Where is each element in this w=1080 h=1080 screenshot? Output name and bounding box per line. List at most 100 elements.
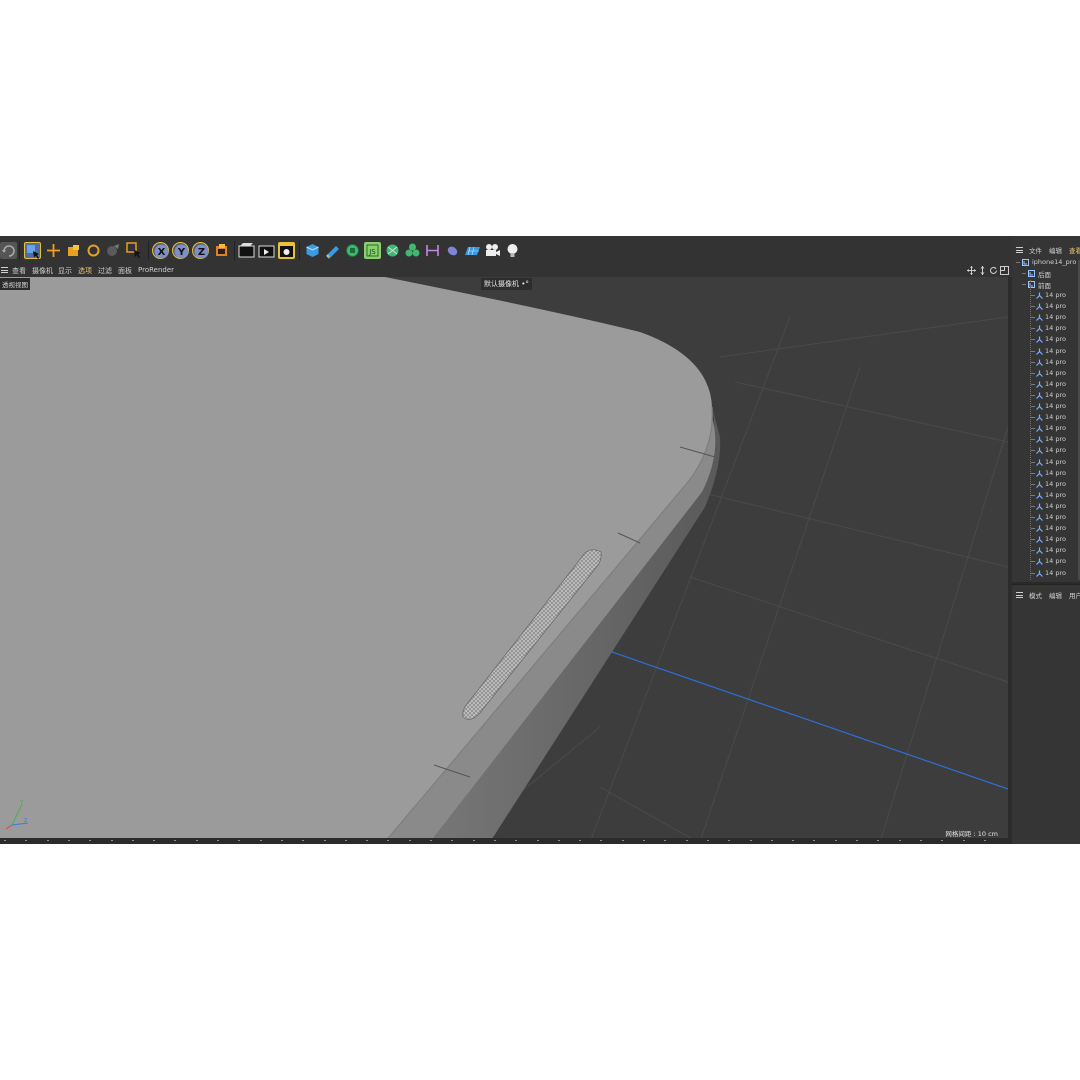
move-icon[interactable] [45, 242, 62, 259]
om-tab-view[interactable]: 查看 [1069, 245, 1080, 255]
attributes-menu: 模式 编辑 用户 [1012, 588, 1080, 600]
svg-text:X: X [158, 247, 166, 258]
selection-filter-icon[interactable] [126, 242, 143, 259]
menu-view[interactable]: 查看 [12, 266, 26, 276]
tree-row-child[interactable]: 14 pro [1012, 379, 1080, 390]
menu-panel[interactable]: 面板 [118, 266, 132, 276]
timeline-tick [898, 840, 901, 841]
tree-row-child[interactable]: 14 pro [1012, 457, 1080, 468]
array-icon[interactable]: JS [364, 242, 381, 259]
pen-icon[interactable] [324, 242, 341, 259]
timeline-tick [472, 840, 475, 841]
recent-tool-icon[interactable] [105, 242, 122, 259]
timeline-tick [89, 840, 92, 841]
tree-row-child[interactable]: 14 pro [1012, 301, 1080, 312]
tree-row-child[interactable]: 14 pro [1012, 479, 1080, 490]
menu-options[interactable]: 选项 [78, 266, 92, 276]
zoom-view-icon[interactable] [978, 266, 987, 275]
tree-row-child[interactable]: 14 pro [1012, 368, 1080, 379]
pan-view-icon[interactable] [967, 266, 976, 275]
polygon-object-icon [1036, 514, 1043, 521]
rotate-icon[interactable] [85, 242, 102, 259]
polygon-object-icon [1036, 547, 1043, 555]
tree-label-child: 14 pro [1045, 568, 1066, 577]
render-view-icon[interactable] [238, 242, 255, 259]
x-axis-lock-icon[interactable]: X [152, 242, 169, 259]
timeline-tick [749, 840, 752, 841]
tree-row-child[interactable]: 14 pro [1012, 568, 1080, 579]
tree-row-child[interactable]: 14 pro [1012, 545, 1080, 556]
timeline-tick [600, 840, 603, 841]
timeline-tick [131, 840, 134, 841]
tree-row-child[interactable]: 14 pro [1012, 334, 1080, 345]
floor-icon[interactable] [464, 242, 481, 259]
tree-label-child: 14 pro [1045, 546, 1066, 555]
polygon-object-icon [1036, 525, 1043, 533]
om-tab-file[interactable]: 文件 [1029, 245, 1042, 255]
active-camera-label[interactable]: 默认摄像机 •° [481, 278, 532, 290]
tree-row-child[interactable]: 14 pro [1012, 323, 1080, 334]
tree-row-child[interactable]: 14 pro [1012, 501, 1080, 512]
subdivision-icon[interactable] [344, 242, 361, 259]
tree-row-group-back[interactable]: 后面 [1012, 268, 1080, 279]
tree-row-child[interactable]: 14 pro [1012, 390, 1080, 401]
coordinate-system-icon[interactable] [213, 242, 230, 259]
tree-row-child[interactable]: 14 pro [1012, 534, 1080, 545]
view-name-label[interactable]: 透视视图 [0, 278, 30, 290]
cube-icon[interactable] [304, 242, 321, 259]
hamburger-menu-icon[interactable] [1, 267, 8, 273]
tree-label-group-back: 后面 [1038, 271, 1051, 279]
live-selection-icon[interactable] [24, 242, 41, 259]
generator-icon[interactable] [384, 242, 401, 259]
tree-row-child[interactable]: 14 pro [1012, 434, 1080, 445]
scale-icon[interactable] [65, 242, 82, 259]
polygon-object-icon [1036, 470, 1043, 477]
y-axis-lock-icon[interactable]: Y [172, 242, 189, 259]
tree-row-child[interactable]: 14 pro [1012, 468, 1080, 479]
attr-tab-edit[interactable]: 编辑 [1049, 590, 1062, 600]
attr-tab-mode[interactable]: 模式 [1029, 590, 1042, 600]
attr-tab-user[interactable]: 用户 [1069, 590, 1080, 600]
deformer-icon[interactable] [444, 242, 461, 259]
tree-row-child[interactable]: 14 pro [1012, 445, 1080, 456]
tree-label-child: 14 pro [1045, 324, 1066, 333]
tree-row-child[interactable]: 14 pro [1012, 290, 1080, 301]
light-icon[interactable] [504, 242, 521, 259]
tree-row-child[interactable]: 14 pro [1012, 423, 1080, 434]
tree-row-child[interactable]: 14 pro [1012, 412, 1080, 423]
attributes-menu-icon[interactable] [1016, 592, 1023, 598]
object-manager-menu-icon[interactable] [1016, 247, 1023, 253]
timeline-tick [302, 840, 305, 841]
tree-row-root[interactable]: iphone14_pro [1012, 257, 1080, 268]
maximize-view-icon[interactable] [1000, 266, 1009, 275]
object-manager-menu: 文件 编辑 查看 [1012, 243, 1080, 255]
polygon-object-icon [1036, 381, 1043, 388]
field-icon[interactable] [424, 242, 441, 259]
tree-label-child: 14 pro [1045, 557, 1066, 566]
render-to-picture-viewer-icon[interactable] [258, 242, 275, 259]
menu-prorender[interactable]: ProRender [138, 266, 174, 274]
menu-filter[interactable]: 过滤 [98, 266, 112, 276]
tree-row-child[interactable]: 14 pro [1012, 490, 1080, 501]
cloner-icon[interactable] [404, 242, 421, 259]
attributes-panel: 模式 编辑 用户 [1012, 584, 1080, 844]
tree-row-child[interactable]: 14 pro [1012, 512, 1080, 523]
render-settings-icon[interactable] [278, 242, 295, 259]
tree-row-group-front[interactable]: 前面 [1012, 279, 1080, 290]
tree-row-child[interactable]: 14 pro [1012, 312, 1080, 323]
tree-row-child[interactable]: 14 pro [1012, 523, 1080, 534]
menu-display[interactable]: 显示 [58, 266, 72, 276]
om-tab-edit[interactable]: 编辑 [1049, 245, 1062, 255]
menu-cameras[interactable]: 摄像机 [32, 266, 53, 276]
z-axis-lock-icon[interactable]: Z [192, 242, 209, 259]
camera-icon[interactable] [484, 242, 501, 259]
rotate-view-icon[interactable] [989, 266, 998, 275]
tree-row-child[interactable]: 14 pro [1012, 401, 1080, 412]
tree-row-child[interactable]: 14 pro [1012, 357, 1080, 368]
perspective-viewport[interactable]: Z Y 透视视图 默认摄像机 •° 网格间距 : 10 cm [0, 277, 1008, 842]
tree-label-child: 14 pro [1045, 490, 1066, 499]
timeline-ruler[interactable] [0, 838, 1012, 844]
undo-icon[interactable] [0, 242, 17, 259]
tree-row-child[interactable]: 14 pro [1012, 556, 1080, 567]
tree-row-child[interactable]: 14 pro [1012, 346, 1080, 357]
